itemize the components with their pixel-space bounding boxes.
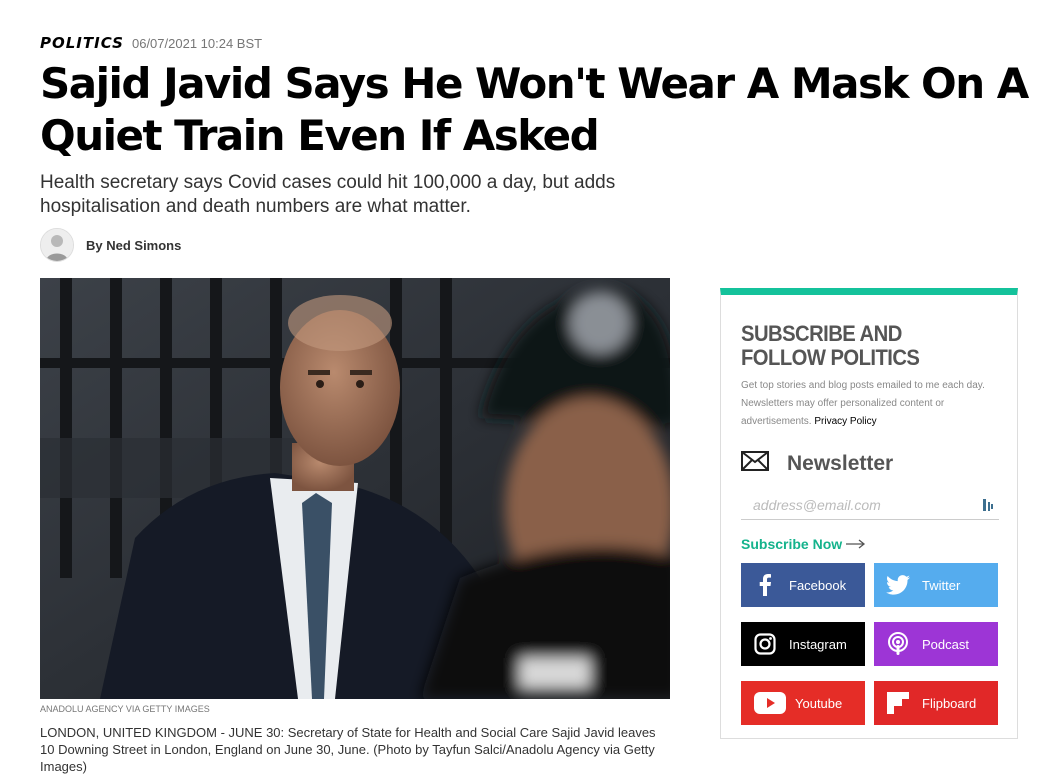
newsletter-label: Newsletter: [787, 451, 894, 475]
photo-caption: LONDON, UNITED KINGDOM - JUNE 30: Secret…: [40, 725, 656, 774]
flipboard-icon: [886, 691, 910, 715]
subscribe-now-label: Subscribe Now: [741, 536, 843, 552]
author-avatar[interactable]: [40, 228, 74, 262]
podcast-button[interactable]: Podcast: [874, 622, 998, 666]
headline: Sajid Javid Says He Won't Wear A Mask On…: [40, 59, 1029, 160]
subscribe-now-button[interactable]: Subscribe Now: [741, 536, 866, 552]
section-link[interactable]: POLITICS: [40, 34, 124, 52]
dek: Health secretary says Covid cases could …: [40, 172, 616, 217]
youtube-icon: [753, 691, 787, 715]
article-topline: POLITICS 06/07/2021 10:24 BST: [40, 34, 262, 52]
podcast-label: Podcast: [922, 636, 969, 652]
youtube-button[interactable]: Youtube: [741, 681, 865, 725]
youtube-label: Youtube: [795, 695, 843, 711]
photo-credit: ANADOLU AGENCY VIA GETTY IMAGES: [40, 704, 210, 714]
email-field-wrapper: [741, 491, 999, 520]
email-field[interactable]: [751, 491, 975, 519]
flipboard-button[interactable]: Flipboard: [874, 681, 998, 725]
twitter-button[interactable]: Twitter: [874, 563, 998, 607]
flipboard-label: Flipboard: [922, 695, 977, 711]
article-photo: [40, 278, 670, 699]
twitter-icon: [886, 573, 910, 597]
podcast-icon: [886, 632, 910, 656]
byline: By Ned Simons: [40, 228, 181, 262]
newsletter-row: Newsletter: [741, 451, 893, 476]
author-name[interactable]: By Ned Simons: [86, 238, 181, 253]
twitter-label: Twitter: [922, 577, 961, 593]
instagram-button[interactable]: Instagram: [741, 622, 865, 666]
subscribe-module: SUBSCRIBE AND FOLLOW POLITICS Get top st…: [720, 288, 1018, 739]
facebook-button[interactable]: Facebook: [741, 563, 865, 607]
arrow-right-icon: [846, 536, 866, 552]
instagram-icon: [753, 632, 777, 656]
timestamp: 06/07/2021 10:24 BST: [131, 36, 263, 51]
facebook-icon: [753, 573, 777, 597]
subscribe-title: SUBSCRIBE AND FOLLOW POLITICS: [741, 321, 920, 370]
privacy-policy-link[interactable]: Privacy Policy: [814, 416, 876, 427]
instagram-label: Instagram: [789, 636, 847, 652]
facebook-label: Facebook: [789, 577, 847, 593]
subscribe-description: Get top stories and blog posts emailed t…: [741, 377, 1001, 431]
password-manager-icon[interactable]: [981, 498, 995, 517]
envelope-icon: [741, 451, 769, 476]
